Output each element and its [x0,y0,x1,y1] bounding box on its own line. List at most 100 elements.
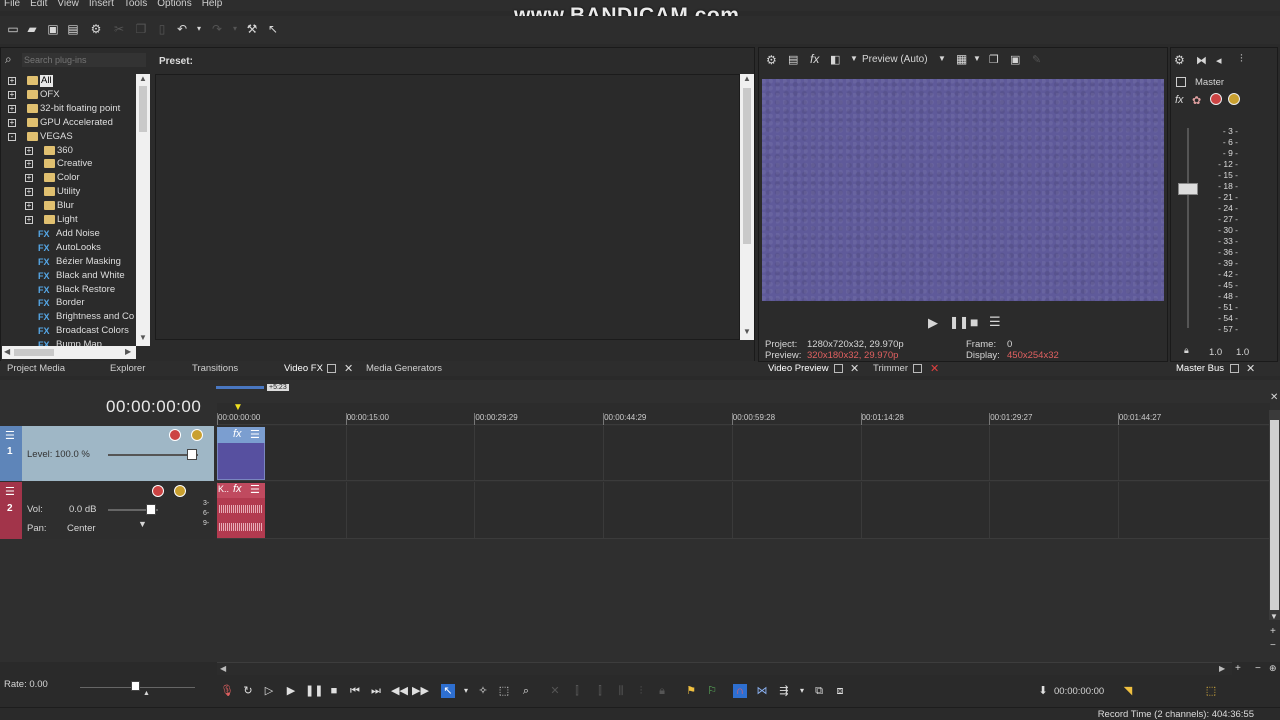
selection-tool-icon[interactable]: ⬚ [497,684,511,698]
close-icon[interactable]: ✕ [1270,392,1278,403]
edit-icon[interactable]: ✎ [1032,53,1041,66]
selection-length-icon[interactable]: ⬚ [1204,684,1218,698]
menu-tools[interactable]: Tools [120,0,153,11]
paste-icon[interactable]: ▯ [155,22,169,36]
undock-icon[interactable] [834,364,843,373]
tree-item[interactable]: FX Black Restore [2,283,136,297]
close-icon[interactable]: ✕ [930,362,939,375]
mixer-icon[interactable]: ⫶ [1240,53,1243,66]
chevron-down-icon[interactable]: ▼ [973,54,981,63]
cursor-marker-icon[interactable]: ▼ [233,402,243,413]
tab-video-fx[interactable]: Video FX [284,361,323,376]
expand-icon[interactable]: + [25,202,33,211]
expand-icon[interactable]: + [25,160,33,169]
split-screen-icon[interactable]: ◧ [830,53,840,66]
tree-item[interactable]: + Blur [2,199,136,213]
tree-item[interactable]: +360 [2,144,136,158]
audio-event-header[interactable]: K.. fx ☰ [217,483,265,498]
tab-master-bus[interactable]: Master Bus [1176,361,1224,376]
tree-item[interactable]: + Light [2,213,136,227]
ignore-event-grouping-icon[interactable]: ⧈ [833,684,847,698]
normal-edit-tool-icon[interactable]: ↖ [441,684,455,698]
event-menu-icon[interactable]: ☰ [250,483,260,496]
timeline-ruler[interactable]: 00:00:00:00 00:00:15:00 00:00:29:29 00:00:4… [217,403,1270,425]
tree-item[interactable]: + Creative [2,157,136,171]
lock-icon[interactable]: 🔒︎ [655,684,669,698]
tab-video-preview[interactable]: Video Preview [768,361,829,376]
expand-icon[interactable]: + [8,77,16,85]
tree-item[interactable]: + All [2,74,136,88]
save-as-icon[interactable]: ▤ [66,22,80,36]
expand-icon[interactable]: + [25,188,33,197]
scroll-right-icon[interactable]: ▶ [1219,664,1225,673]
event-menu-icon[interactable]: ☰ [250,428,260,441]
tree-item[interactable]: FX Black and White [2,269,136,283]
new-project-icon[interactable]: ▭ [6,22,20,36]
trim-end-icon[interactable]: ⫿ [593,684,607,698]
open-folder-icon[interactable]: ▰ [25,22,39,36]
gear-icon[interactable]: ⚙ [89,22,103,36]
close-icon[interactable]: ✕ [344,362,353,375]
close-icon[interactable]: ✕ [1246,362,1255,375]
tree-item[interactable]: + GPU Accelerated [2,116,136,130]
expand-icon[interactable]: + [25,216,33,224]
record-icon[interactable]: 🎙︎ [220,684,234,698]
tree-item[interactable]: FX Bump Map [2,338,136,346]
tab-trimmer[interactable]: Trimmer [873,361,908,376]
scroll-left-icon[interactable]: ◀ [4,347,10,356]
solo-icon[interactable] [174,485,186,497]
play-from-start-icon[interactable]: ▷ [262,684,276,698]
undock-icon[interactable] [327,364,336,373]
gear-icon[interactable]: ⚙ [1174,53,1185,67]
track-menu-icon[interactable]: ☰ [5,485,15,498]
scroll-thumb[interactable] [14,349,54,356]
zoom-out-icon[interactable]: − [1270,640,1276,651]
master-fader-handle[interactable] [1178,183,1198,195]
undock-icon[interactable] [1230,364,1239,373]
preview-quality-dropdown[interactable]: Preview (Auto) [862,54,928,65]
tree-item[interactable]: FX Border [2,296,136,310]
chevron-down-icon[interactable]: ▼ [850,54,858,63]
insert-marker-icon[interactable]: ⚑ [684,684,698,698]
tree-item[interactable]: - VEGAS [2,130,136,144]
help-cursor-icon[interactable]: ↖ [266,22,280,36]
undo-icon[interactable]: ↶ [175,22,189,36]
scroll-up-icon[interactable]: ▲ [743,74,751,83]
search-input[interactable] [22,53,146,67]
close-icon[interactable]: ✕ [850,362,859,375]
auto-ripple-icon[interactable]: ⇶ [777,684,791,698]
chevron-down-icon[interactable]: ▾ [795,684,809,698]
rate-slider-handle[interactable] [131,681,140,691]
vol-slider-handle[interactable] [146,504,156,515]
redo-icon[interactable]: ↷ [210,22,224,36]
tree-item[interactable]: +32-bit floating point [2,102,136,116]
mute-icon[interactable] [169,429,181,441]
lock-envelopes-icon[interactable]: ⧉ [812,684,826,698]
save-snapshot-icon[interactable]: ▣ [1010,53,1020,66]
pause-icon[interactable]: ❚❚ [305,684,323,698]
chevron-down-icon[interactable]: ▾ [459,684,473,698]
plugin-tree-hscroll[interactable]: ◀ ▶ [2,346,136,359]
menu-edit[interactable]: Edit [26,0,53,11]
trim-start-icon[interactable]: ⫿ [570,684,584,698]
menu-options[interactable]: Options [153,0,197,11]
gear-icon[interactable]: ⚙ [766,53,777,67]
track-menu-icon[interactable]: ☰ [5,429,15,442]
scroll-down-icon[interactable]: ▼ [139,333,147,342]
audio-track-lane[interactable] [217,482,1270,539]
render-icon[interactable]: ⚒ [245,22,259,36]
zoom-out-icon[interactable]: − [1255,663,1261,674]
preset-vscroll[interactable]: ▲ ▼ [740,74,754,340]
timeline-hscroll[interactable]: ◀ ▶ [217,662,1232,675]
mute-icon[interactable] [152,485,164,497]
lock-icon[interactable]: 🔒︎ [1184,345,1189,356]
tree-item[interactable]: FX Brightness and Co [2,310,136,324]
level-slider-handle[interactable] [187,449,197,460]
snapping-icon[interactable]: ∩ [733,684,747,698]
tab-transitions[interactable]: Transitions [192,361,238,376]
scroll-right-icon[interactable]: ▶ [125,347,131,356]
zoom-fit-icon[interactable]: ⊕ [1269,663,1277,674]
video-event-header[interactable]: fx ☰ [217,427,265,443]
pan-slider-handle[interactable]: ▼ [138,519,147,529]
automation-icon[interactable]: ✿ [1192,94,1201,107]
